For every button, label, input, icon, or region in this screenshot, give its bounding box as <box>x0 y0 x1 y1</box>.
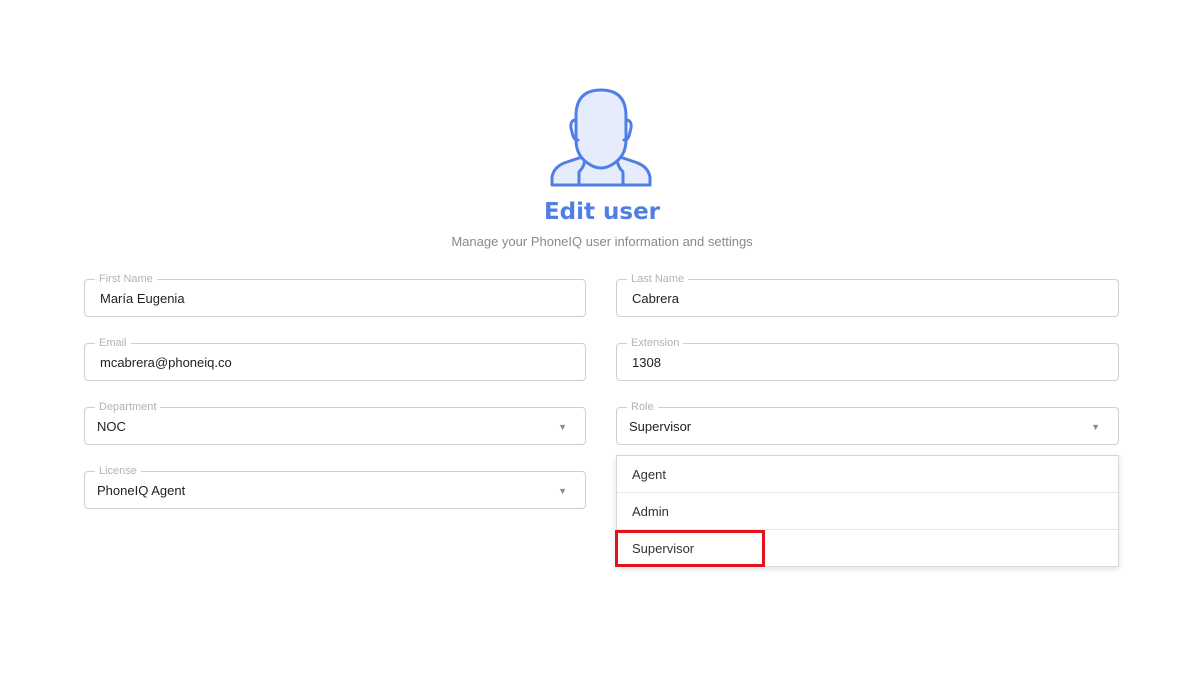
extension-value[interactable]: 1308 <box>632 356 661 370</box>
license-value: PhoneIQ Agent <box>97 483 186 498</box>
first-name-value[interactable]: María Eugenia <box>100 292 185 306</box>
page-subtitle: Manage your PhoneIQ user information and… <box>451 234 753 249</box>
last-name-label: Last Name <box>627 272 689 286</box>
extension-field[interactable]: Extension 1308 <box>616 336 1119 381</box>
license-select[interactable]: License PhoneIQ Agent ▼ <box>84 464 586 509</box>
extension-label: Extension <box>627 336 684 350</box>
chevron-down-icon[interactable]: ▼ <box>558 422 567 432</box>
email-value[interactable]: mcabrera@phoneiq.co <box>100 356 232 370</box>
role-label: Role <box>627 400 658 414</box>
role-select[interactable]: Role Supervisor ▼ <box>616 400 1119 445</box>
department-select[interactable]: Department NOC ▼ <box>84 400 586 445</box>
first-name-field[interactable]: First Name María Eugenia <box>84 272 586 317</box>
role-option-supervisor[interactable]: Supervisor <box>617 530 1118 567</box>
department-value: NOC <box>97 419 126 434</box>
role-dropdown-menu: Agent Admin Supervisor <box>616 455 1119 567</box>
first-name-label: First Name <box>95 272 157 286</box>
license-label: License <box>95 464 141 478</box>
role-option-agent[interactable]: Agent <box>617 456 1118 493</box>
email-field[interactable]: Email mcabrera@phoneiq.co <box>84 336 586 381</box>
last-name-field[interactable]: Last Name Cabrera <box>616 272 1119 317</box>
department-label: Department <box>95 400 161 414</box>
email-label: Email <box>95 336 131 350</box>
chevron-down-icon[interactable]: ▼ <box>1091 422 1100 432</box>
role-option-admin[interactable]: Admin <box>617 493 1118 530</box>
role-value: Supervisor <box>629 419 692 434</box>
last-name-value[interactable]: Cabrera <box>632 292 679 306</box>
page-title: Edit user <box>543 199 661 225</box>
chevron-down-icon[interactable]: ▼ <box>558 486 567 496</box>
user-avatar-icon <box>550 88 652 187</box>
